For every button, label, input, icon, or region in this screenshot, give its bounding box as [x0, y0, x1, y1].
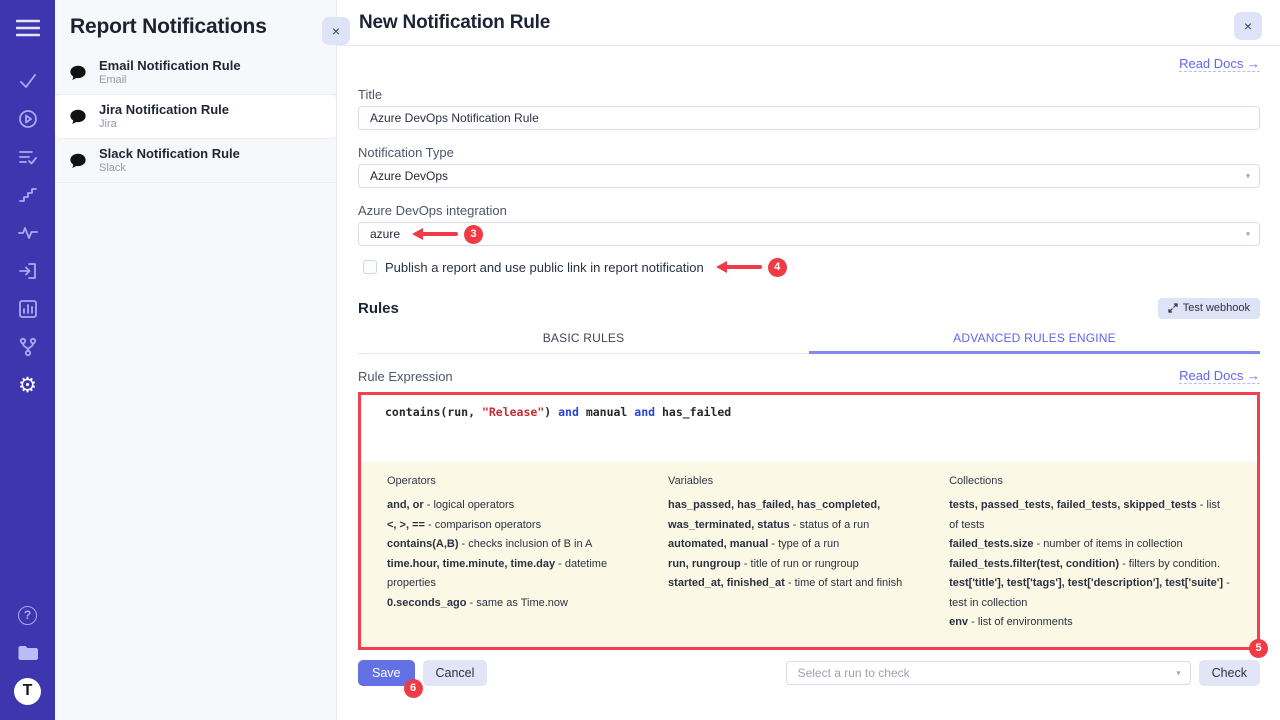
- read-docs-link-rules[interactable]: Read Docs →: [1179, 368, 1260, 384]
- cancel-button[interactable]: Cancel: [423, 660, 488, 686]
- rule-expression-editor[interactable]: contains(run, "Release") and manual and …: [361, 395, 1257, 462]
- rules-tabs: BASIC RULES ADVANCED RULES ENGINE: [358, 325, 1260, 354]
- save-button[interactable]: Save 6: [358, 660, 415, 686]
- chat-bubble-icon: [69, 108, 87, 126]
- title-label: Title: [358, 87, 1260, 102]
- help-row: time.hour, time.minute, time.day - datet…: [387, 555, 658, 594]
- webhook-send-icon: [1168, 303, 1178, 313]
- read-docs-link-top[interactable]: Read Docs →: [1179, 56, 1260, 72]
- tab-basic-rules[interactable]: BASIC RULES: [358, 325, 809, 354]
- rule-item-subtitle: Slack: [99, 162, 240, 175]
- projects-folder-icon[interactable]: [0, 634, 55, 672]
- annotation-badge-6: 6: [404, 679, 423, 698]
- close-icon: ×: [332, 23, 340, 39]
- help-row: failed_tests.filter(test, condition) - f…: [949, 555, 1231, 575]
- integration-label: Azure DevOps integration: [358, 203, 1260, 218]
- app: ⚙ ? T Report Notifications × Email Notif…: [0, 0, 1280, 720]
- rule-expression-code: contains(run, "Release") and manual and …: [385, 405, 1257, 419]
- help-row: failed_tests.size - number of items in c…: [949, 535, 1231, 555]
- help-row: automated, manual - type of a run: [668, 535, 939, 555]
- main-header: New Notification Rule ×: [337, 0, 1280, 46]
- page-title: New Notification Rule: [359, 12, 550, 34]
- run-select[interactable]: Select a run to check ▾: [786, 661, 1191, 685]
- close-icon: ×: [1244, 18, 1252, 34]
- list-item-jira-rule[interactable]: Jira Notification Rule Jira: [55, 95, 336, 139]
- notification-type-select[interactable]: Azure DevOps ▾: [358, 164, 1260, 188]
- list-item-slack-rule[interactable]: Slack Notification Rule Slack: [55, 139, 336, 183]
- list-item-email-rule[interactable]: Email Notification Rule Email: [55, 51, 336, 95]
- help-column-collections: Collections tests, passed_tests, failed_…: [949, 475, 1231, 633]
- annotation-arrow-3: 3: [412, 225, 483, 244]
- chevron-down-icon: ▾: [1246, 230, 1250, 239]
- rule-item-title: Jira Notification Rule: [99, 102, 229, 118]
- chat-bubble-icon: [69, 152, 87, 170]
- annotation-badge-4: 4: [768, 258, 787, 277]
- annotation-arrow-4: 4: [716, 258, 787, 277]
- icon-sidebar: ⚙ ? T: [0, 0, 55, 720]
- rule-item-title: Email Notification Rule: [99, 58, 241, 74]
- main-area: New Notification Rule × Read Docs → Titl…: [337, 0, 1280, 720]
- help-row: run, rungroup - title of run or rungroup: [668, 555, 939, 575]
- help-row: <, >, == - comparison operators: [387, 516, 658, 536]
- import-runs-icon[interactable]: [0, 252, 55, 290]
- chat-bubble-icon: [69, 64, 87, 82]
- report-notifications-panel: Report Notifications × Email Notificatio…: [55, 0, 337, 720]
- check-button[interactable]: Check: [1199, 660, 1260, 686]
- form-content: Read Docs → Title Notification Type Azur…: [337, 46, 1280, 686]
- publish-checkbox[interactable]: [363, 260, 377, 274]
- rule-expression-label: Rule Expression: [358, 369, 453, 384]
- help-row: has_passed, has_failed, has_completed, w…: [668, 496, 939, 535]
- notification-type-value: Azure DevOps: [370, 169, 448, 183]
- runs-play-icon[interactable]: [0, 100, 55, 138]
- git-branch-icon[interactable]: [0, 328, 55, 366]
- app-logo[interactable]: T: [0, 672, 55, 710]
- menu-icon[interactable]: [0, 6, 55, 50]
- panel-title: Report Notifications: [70, 15, 321, 39]
- checks-nav-icon[interactable]: [0, 62, 55, 100]
- help-row: and, or - logical operators: [387, 496, 658, 516]
- tasks-list-icon[interactable]: [0, 138, 55, 176]
- help-column-variables: Variables has_passed, has_failed, has_co…: [668, 475, 939, 633]
- rule-item-subtitle: Email: [99, 74, 241, 87]
- expression-help-panel: Operators and, or - logical operators <,…: [361, 462, 1257, 647]
- integration-select[interactable]: azure 3 ▾: [358, 222, 1260, 246]
- integration-value: azure: [370, 227, 400, 241]
- settings-gear-icon[interactable]: ⚙: [0, 366, 55, 404]
- form-close-button[interactable]: ×: [1234, 12, 1262, 40]
- rule-item-title: Slack Notification Rule: [99, 146, 240, 162]
- annotation-rect-5: contains(run, "Release") and manual and …: [358, 392, 1260, 650]
- annotation-badge-3: 3: [464, 225, 483, 244]
- help-row: contains(A,B) - checks inclusion of B in…: [387, 535, 658, 555]
- title-input[interactable]: [358, 106, 1260, 130]
- progress-steps-icon[interactable]: [0, 176, 55, 214]
- notification-type-label: Notification Type: [358, 145, 1260, 160]
- test-webhook-button[interactable]: Test webhook: [1158, 298, 1260, 319]
- tab-advanced-rules-engine[interactable]: ADVANCED RULES ENGINE: [809, 325, 1260, 354]
- chevron-down-icon: ▾: [1246, 172, 1250, 181]
- panel-close-button[interactable]: ×: [322, 17, 350, 45]
- panel-header: Report Notifications ×: [55, 0, 336, 51]
- help-row: tests, passed_tests, failed_tests, skipp…: [949, 496, 1231, 535]
- run-select-placeholder: Select a run to check: [798, 666, 910, 680]
- annotation-badge-5: 5: [1249, 639, 1268, 658]
- help-row: env - list of environments: [949, 613, 1231, 633]
- analytics-chart-icon[interactable]: [0, 290, 55, 328]
- activity-pulse-icon[interactable]: [0, 214, 55, 252]
- chevron-down-icon: ▾: [1177, 668, 1181, 677]
- help-row: test['title'], test['tags'], test['descr…: [949, 574, 1231, 613]
- rule-item-subtitle: Jira: [99, 118, 229, 131]
- help-icon[interactable]: ?: [0, 596, 55, 634]
- rules-heading: Rules: [358, 300, 399, 317]
- help-row: started_at, finished_at - time of start …: [668, 574, 939, 594]
- help-column-operators: Operators and, or - logical operators <,…: [387, 475, 658, 633]
- help-row: 0.seconds_ago - same as Time.now: [387, 594, 658, 614]
- publish-checkbox-label: Publish a report and use public link in …: [385, 260, 704, 275]
